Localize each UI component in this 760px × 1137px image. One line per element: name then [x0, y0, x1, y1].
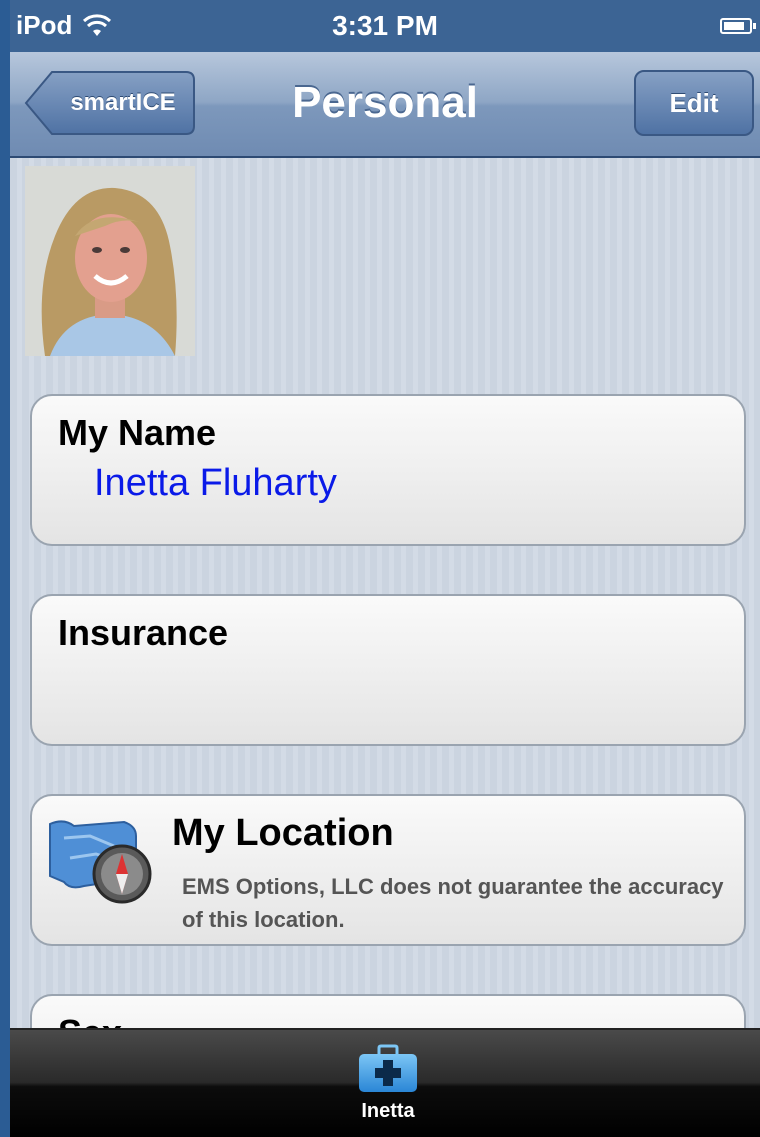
name-card-title: My Name: [58, 412, 217, 453]
insurance-card[interactable]: Insurance: [30, 594, 746, 746]
tab-label: Inetta: [361, 1100, 415, 1122]
name-card[interactable]: My Name Inetta Fluharty: [30, 394, 746, 546]
map-compass-icon: [49, 820, 152, 904]
navigation-bar: smartICE Personal Edit: [10, 52, 760, 158]
battery-icon: [720, 18, 756, 34]
status-bar: iPod 3:31 PM: [10, 0, 760, 52]
insurance-card-title: Insurance: [58, 612, 229, 653]
sex-card-title: Sex: [58, 1012, 122, 1028]
tab-bar: Inetta: [10, 1028, 760, 1137]
location-card-description: EMS Options, LLC does not guarantee the …: [182, 874, 724, 932]
content-area: My Name Inetta Fluharty Insurance My Loc…: [10, 158, 760, 1028]
tab-inetta[interactable]: Inetta: [348, 1036, 428, 1136]
edit-button[interactable]: Edit: [634, 70, 754, 136]
medical-kit-icon: [359, 1044, 417, 1092]
location-card-title: My Location: [172, 812, 394, 854]
location-card[interactable]: My Location EMS Options, LLC does not gu…: [30, 794, 746, 946]
sex-card[interactable]: Sex: [30, 994, 746, 1028]
name-card-value: Inetta Fluharty: [94, 462, 337, 504]
profile-photo[interactable]: [25, 166, 195, 356]
screen: iPod 3:31 PM smartICE Personal Edit My N…: [10, 0, 760, 1137]
status-time: 3:31 PM: [332, 10, 438, 41]
